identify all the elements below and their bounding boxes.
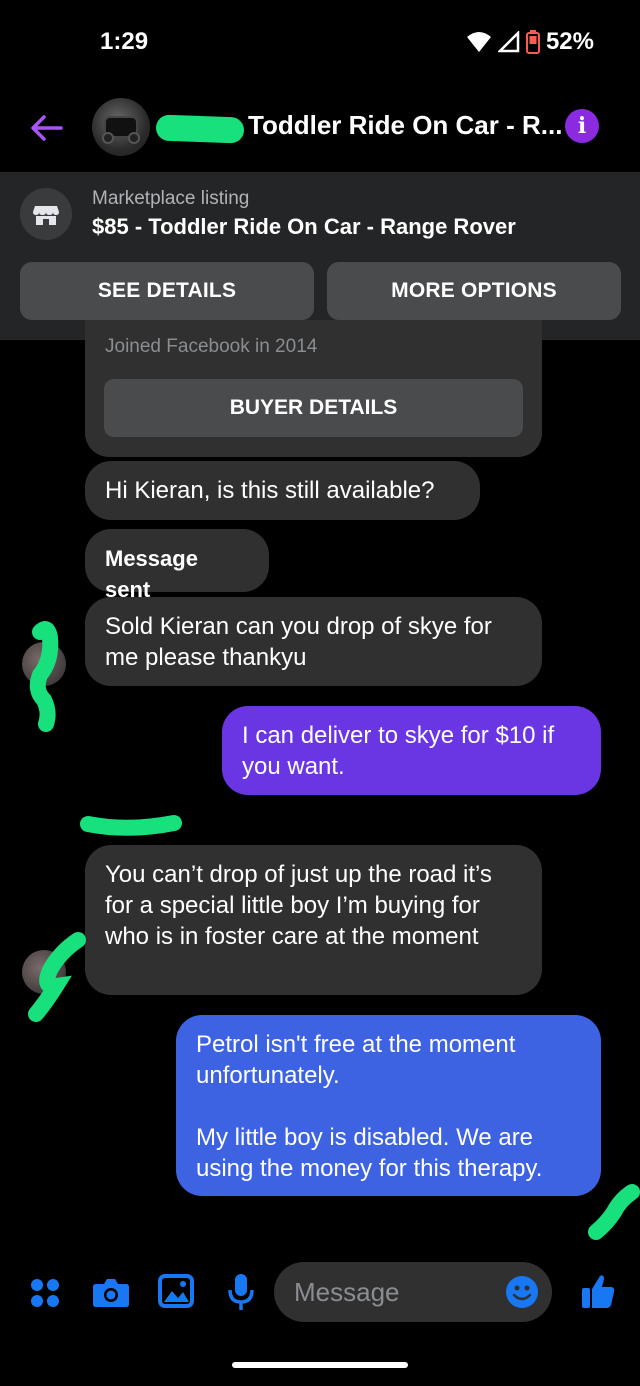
buyer-details-button[interactable]: BUYER DETAILS [104, 379, 523, 437]
thumbs-up-icon[interactable] [580, 1272, 616, 1310]
message-bubble-sent[interactable]: Petrol isn't free at the moment unfortun… [176, 1015, 601, 1196]
redaction-mark [155, 114, 245, 144]
listing-title: $85 - Toddler Ride On Car - Range Rover [92, 214, 516, 239]
conversation-header: Toddler Ride On Car - R... i [0, 90, 640, 170]
microphone-icon[interactable] [226, 1272, 256, 1312]
apps-grid-icon[interactable] [30, 1278, 60, 1308]
more-options-button[interactable]: MORE OPTIONS [327, 262, 621, 320]
buyer-card: Joined Facebook in 2014 BUYER DETAILS [85, 320, 542, 457]
redaction-mark [588, 1184, 640, 1240]
signal-icon [497, 31, 520, 53]
message-bubble[interactable]: Hi Kieran, is this still available? [85, 461, 480, 520]
status-bar: 1:29 52% [0, 0, 640, 84]
message-bubble[interactable]: Message sent [85, 529, 269, 602]
marketplace-label: Marketplace listing [92, 188, 250, 209]
redaction-mark [29, 621, 59, 732]
status-icons: 52% [466, 28, 594, 56]
shop-icon [20, 188, 72, 240]
home-indicator[interactable] [232, 1362, 408, 1368]
clock: 1:29 [100, 28, 149, 55]
back-arrow-icon[interactable] [28, 110, 64, 146]
joined-text: Joined Facebook in 2014 [105, 336, 318, 357]
see-details-button[interactable]: SEE DETAILS [20, 262, 314, 320]
battery-level: 52% [545, 28, 594, 55]
gallery-icon[interactable] [158, 1274, 194, 1308]
info-icon[interactable]: i [565, 109, 599, 143]
message-bubble[interactable]: You can’t drop of just up the road it’s … [85, 845, 542, 995]
camera-icon[interactable] [92, 1276, 130, 1308]
redaction-mark [28, 932, 86, 1022]
message-bubble-sent[interactable]: I can deliver to skye for $10 if you wan… [222, 706, 601, 795]
redaction-mark [80, 815, 182, 836]
message-bubble[interactable]: Sold Kieran can you drop of skye for me … [85, 597, 542, 686]
emoji-icon[interactable] [505, 1275, 539, 1309]
listing-avatar[interactable] [92, 98, 150, 156]
composer-bar [0, 1262, 640, 1324]
marketplace-panel: Marketplace listing $85 - Toddler Ride O… [0, 172, 640, 340]
conversation-title[interactable]: Toddler Ride On Car - R... [248, 110, 562, 141]
battery-icon [525, 30, 540, 54]
wifi-icon [466, 32, 491, 52]
